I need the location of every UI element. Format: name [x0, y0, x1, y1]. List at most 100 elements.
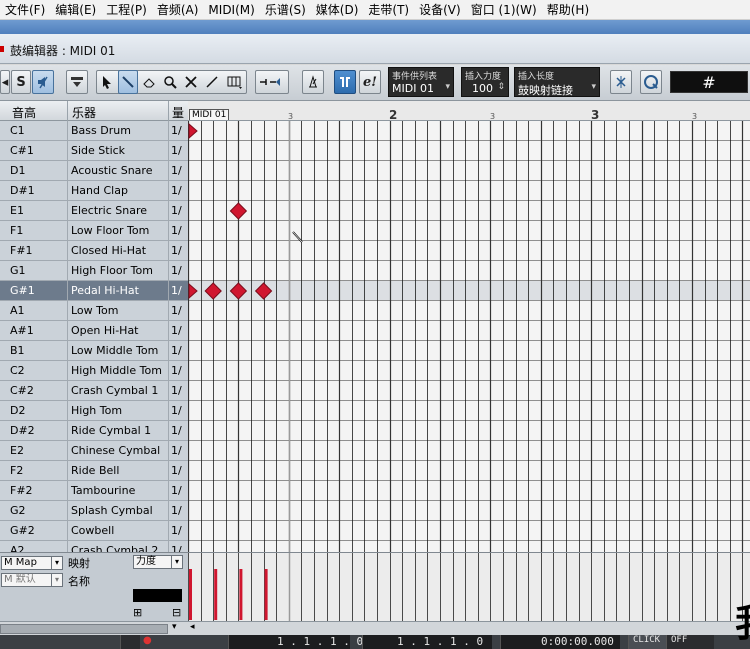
menu-item[interactable]: 音频(A)	[152, 0, 204, 20]
instrument-row[interactable]: D#1 Hand Clap 1/	[0, 181, 188, 201]
menu-item[interactable]: 编辑(E)	[50, 0, 101, 20]
insert-velocity-value: 100	[472, 82, 493, 95]
erase-tool-icon[interactable]	[139, 70, 159, 94]
instrument-quantize: 1/	[171, 324, 182, 337]
instrument-row[interactable]: D2 High Tom 1/	[0, 401, 188, 421]
event-list-field[interactable]: 事件供列表 MIDI 01 ▾	[388, 67, 454, 97]
click-button[interactable]: CLICK	[628, 635, 666, 649]
drumstick-tool-icon[interactable]	[118, 70, 138, 94]
instrument-row[interactable]: F#2 Tambourine 1/	[0, 481, 188, 501]
menu-item[interactable]: 走带(T)	[363, 0, 414, 20]
click-state[interactable]: OFF	[666, 635, 714, 649]
mute-tool-icon[interactable]	[181, 70, 201, 94]
scroll-thumb[interactable]	[0, 624, 168, 634]
name-map-select[interactable]: M 默认 ▾	[1, 573, 63, 587]
instrument-row[interactable]: A#1 Open Hi-Hat 1/	[0, 321, 188, 341]
primary-position-display[interactable]: 1 . 1 . 1 . 0	[228, 635, 363, 649]
controller-lane-panel: M Map ▾ 映射 力度 ▾ M 默认 ▾ 名称 ⊞ ⊟	[0, 552, 188, 621]
menu-item[interactable]: 窗口 (1)(W)	[466, 0, 542, 20]
add-lane-icon[interactable]: ⊞	[133, 606, 142, 619]
column-divider	[168, 441, 169, 461]
instrument-row[interactable]: G1 High Floor Tom 1/	[0, 261, 188, 281]
show-part-borders-button[interactable]	[334, 70, 356, 94]
horizontal-scrollbar[interactable]: ▾ ◂	[0, 621, 750, 635]
instrument-column-header[interactable]: 乐器	[72, 104, 96, 121]
insert-length-label: 插入长度	[518, 72, 555, 82]
grid-canvas[interactable]	[188, 121, 750, 552]
remove-lane-icon[interactable]: ⊟	[172, 606, 181, 619]
instrument-row[interactable]: F1 Low Floor Tom 1/	[0, 221, 188, 241]
instrument-row[interactable]: A2 Crash Cymbal 2 1/	[0, 541, 188, 552]
instrument-row[interactable]: C#2 Crash Cymbal 1 1/	[0, 381, 188, 401]
instrument-name: High Middle Tom	[71, 364, 162, 377]
column-divider	[168, 461, 169, 481]
instrument-quantize: 1/	[171, 264, 182, 277]
show-info-button[interactable]	[66, 70, 88, 94]
global-quantize-button[interactable]	[610, 70, 632, 94]
velocity-lane-select[interactable]: 力度 ▾	[133, 555, 183, 569]
quantize-settings-button[interactable]	[640, 70, 662, 94]
scroll-down-icon[interactable]: ▾	[172, 622, 177, 632]
instrument-pitch: F1	[10, 224, 24, 237]
timeline-ruler[interactable]: MIDI 01 3 2 3 3 3	[188, 101, 750, 121]
instrument-row[interactable]: F#1 Closed Hi-Hat 1/	[0, 241, 188, 261]
instrument-row[interactable]: G2 Splash Cymbal 1/	[0, 501, 188, 521]
instrument-row[interactable]: C#1 Side Stick 1/	[0, 141, 188, 161]
insert-velocity-label: 插入力度	[465, 72, 502, 82]
scroll-left-icon[interactable]: ◂	[190, 622, 195, 632]
zoom-tool-icon[interactable]	[160, 70, 180, 94]
menu-item[interactable]: 乐谱(S)	[260, 0, 311, 20]
line-tool-icon[interactable]	[202, 70, 222, 94]
instrument-name: Side Stick	[71, 144, 126, 157]
menu-item[interactable]: MIDI(M)	[203, 0, 259, 20]
instrument-row[interactable]: B1 Low Middle Tom 1/	[0, 341, 188, 361]
instrument-row[interactable]: G#2 Cowbell 1/	[0, 521, 188, 541]
instrument-row[interactable]: C1 Bass Drum 1/	[0, 121, 188, 141]
time-display[interactable]: 0:00:00.000	[500, 635, 620, 649]
instrument-row[interactable]: C2 High Middle Tom 1/	[0, 361, 188, 381]
instrument-pitch: F#1	[10, 244, 33, 257]
drum-map-select[interactable]: M Map ▾	[1, 556, 63, 570]
menu-item[interactable]: 设备(V)	[414, 0, 466, 20]
instrument-row[interactable]: A1 Low Tom 1/	[0, 301, 188, 321]
column-divider	[67, 501, 68, 521]
secondary-position-display[interactable]: 1 . 1 . 1 . 0	[362, 635, 492, 649]
menu-item[interactable]: 工程(P)	[101, 0, 152, 20]
menu-item[interactable]: 帮助(H)	[542, 0, 594, 20]
instrument-row[interactable]: D#2 Ride Cymbal 1 1/	[0, 421, 188, 441]
insert-length-field[interactable]: 插入长度 鼓映射链接 ▾	[514, 67, 600, 97]
speaker-icon[interactable]: ◂	[0, 70, 10, 94]
insert-velocity-field[interactable]: 插入力度 100 ⇕	[461, 67, 509, 97]
pitch-column-header[interactable]: 音高	[12, 104, 36, 121]
drumstick-mode-icon[interactable]	[223, 70, 246, 94]
instrument-row[interactable]: G#1 Pedal Hi-Hat 1/	[0, 281, 188, 301]
part-bounds-button[interactable]	[302, 70, 324, 94]
column-divider	[168, 541, 169, 552]
instrument-row[interactable]: E1 Electric Snare 1/	[0, 201, 188, 221]
solo-button[interactable]: S	[11, 70, 31, 94]
transport-record-mode[interactable]	[120, 635, 140, 649]
listen-button[interactable]	[32, 70, 54, 94]
record-icon[interactable]: ●	[143, 635, 152, 646]
velocity-lane-canvas[interactable]	[188, 553, 750, 621]
instrument-row[interactable]: F2 Ride Bell 1/	[0, 461, 188, 481]
menu-item[interactable]: 媒体(D)	[311, 0, 364, 20]
instrument-quantize: 1/	[171, 484, 182, 497]
quantize-column-header[interactable]: 量	[172, 104, 184, 121]
object-select-tool-icon[interactable]	[97, 70, 117, 94]
lane-value-display	[133, 589, 182, 602]
column-divider	[67, 521, 68, 541]
drum-note-grid[interactable]	[188, 121, 750, 552]
click-off-label: OFF	[671, 635, 688, 645]
instrument-pitch: D2	[10, 404, 26, 417]
velocity-lane[interactable]	[188, 552, 750, 621]
instrument-row[interactable]: E2 Chinese Cymbal 1/	[0, 441, 188, 461]
column-divider	[168, 421, 169, 441]
menu-item[interactable]: 文件(F)	[0, 0, 50, 20]
secondary-position-value: 1 . 1 . 1 . 0	[397, 635, 484, 648]
quantize-grid-display[interactable]: #	[670, 71, 748, 93]
instrument-quantize: 1/	[171, 144, 182, 157]
instrument-row[interactable]: D1 Acoustic Snare 1/	[0, 161, 188, 181]
edit-active-part-button[interactable]: e!	[359, 70, 381, 94]
autoscroll-button[interactable]	[255, 70, 289, 94]
